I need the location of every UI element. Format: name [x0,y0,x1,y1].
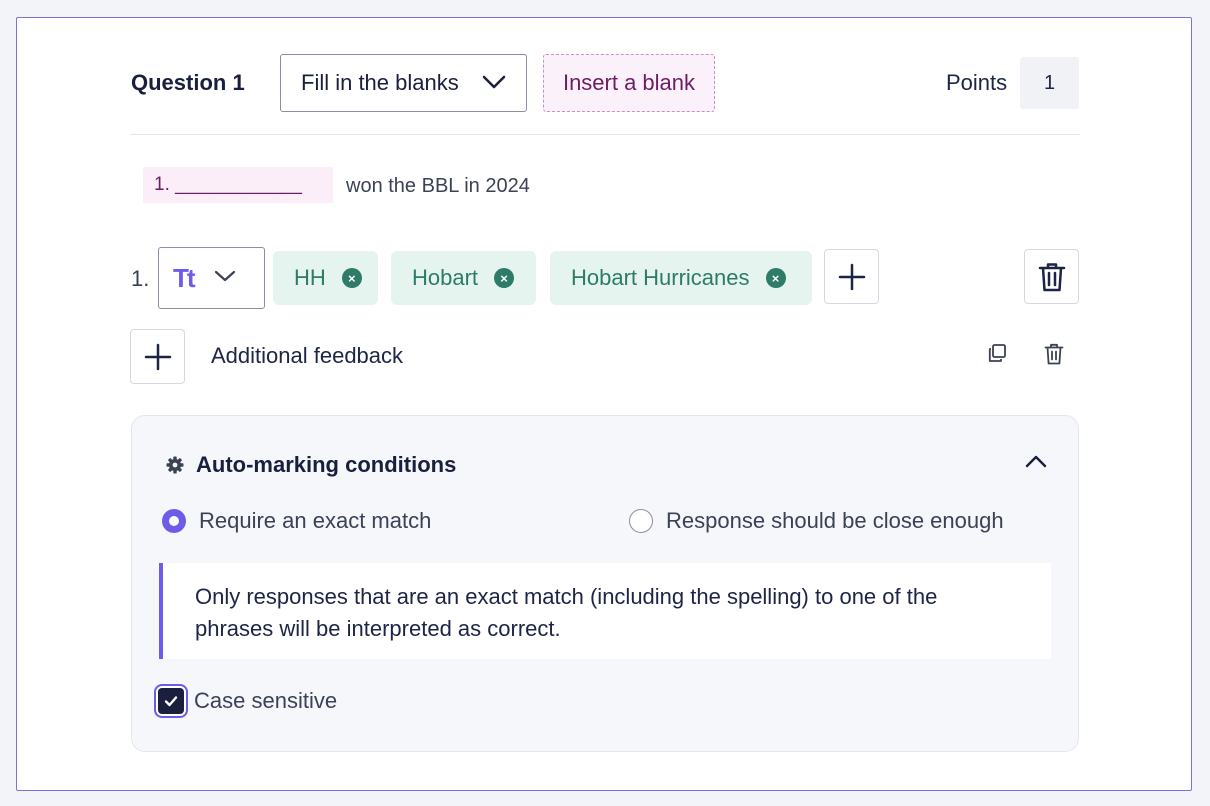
remove-tag-icon[interactable]: × [765,268,786,288]
question-type-select[interactable]: Fill in the blanks [280,54,527,112]
exact-match-radio[interactable]: Require an exact match [162,508,431,534]
radio-unselected-icon [629,509,653,533]
trash-icon[interactable] [1044,343,1064,370]
points-input[interactable]: 1 [1020,57,1079,109]
auto-marking-panel: Auto-marking conditions Require an exact… [131,415,1079,752]
answer-tag[interactable]: Hobart × [391,251,536,305]
checkbox-checked-icon [158,688,184,714]
chevron-down-icon [482,70,506,96]
case-sensitive-checkbox[interactable]: Case sensitive [158,688,337,714]
blank-placeholder[interactable]: 1. ____________ [143,167,333,203]
answer-row-number: 1. [131,266,150,291]
plus-icon [838,263,865,290]
additional-feedback-label[interactable]: Additional feedback [211,343,403,369]
question-text[interactable]: won the BBL in 2024 [346,175,530,198]
answer-type-select[interactable]: Tt [158,247,265,309]
remove-tag-icon[interactable]: × [494,268,515,288]
delete-answer-button[interactable] [1024,249,1079,304]
duplicate-icon[interactable] [987,343,1007,368]
radio-selected-icon [162,509,186,533]
auto-marking-title: Auto-marking conditions [196,452,457,477]
case-sensitive-label: Case sensitive [194,688,338,713]
match-description: Only responses that are an exact match (… [159,563,1051,659]
question-card: Question 1 Fill in the blanks Insert a b… [16,17,1192,791]
question-title: Question 1 [131,70,245,95]
text-type-icon: Tt [173,262,196,293]
close-enough-radio[interactable]: Response should be close enough [629,508,1004,534]
add-answer-button[interactable] [824,249,879,304]
gear-icon [166,456,184,479]
chevron-up-icon[interactable] [1025,454,1047,473]
answer-tag-label: HH [294,265,326,290]
trash-icon [1038,262,1065,291]
points-label: Points [946,70,1008,95]
answer-tag-label: Hobart Hurricanes [571,265,750,290]
insert-blank-button[interactable]: Insert a blank [543,54,715,112]
add-feedback-button[interactable] [130,329,185,384]
remove-tag-icon[interactable]: × [341,268,362,288]
chevron-down-icon [214,269,236,288]
exact-match-label: Require an exact match [199,508,432,533]
answer-tag-label: Hobart [412,265,479,290]
close-enough-label: Response should be close enough [666,508,1004,533]
question-type-label: Fill in the blanks [301,70,459,95]
answer-tag[interactable]: HH × [273,251,378,305]
plus-icon [144,343,171,370]
header-divider [130,134,1080,135]
answer-tag[interactable]: Hobart Hurricanes × [550,251,812,305]
